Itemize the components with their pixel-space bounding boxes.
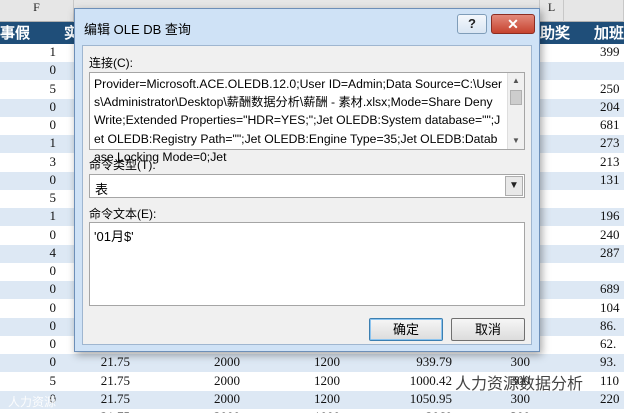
table-cell[interactable]: 21.75 bbox=[62, 409, 142, 413]
dialog-titlebar[interactable]: 编辑 OLE DB 查询 ? ✕ bbox=[75, 9, 539, 45]
connection-label: 连接(C): bbox=[89, 56, 133, 70]
edit-oledb-query-dialog: 编辑 OLE DB 查询 ? ✕ 连接(C): Provider=Microso… bbox=[74, 8, 540, 352]
table-cell[interactable]: 86. bbox=[596, 318, 624, 336]
table-cell[interactable]: 2000 bbox=[142, 373, 254, 391]
table-row: 21.75200010002060300 bbox=[0, 409, 624, 413]
command-text-label: 命令文本(E): bbox=[89, 207, 157, 221]
table-cell[interactable]: 1200 bbox=[254, 391, 354, 409]
command-text-value[interactable]: '01月$' bbox=[94, 226, 134, 245]
table-cell[interactable]: 0 bbox=[0, 300, 62, 318]
table-cell[interactable]: 4 bbox=[0, 245, 62, 263]
table-cell[interactable]: 300 bbox=[464, 409, 534, 413]
table-cell[interactable]: 2000 bbox=[142, 391, 254, 409]
table-cell[interactable]: 681 bbox=[596, 117, 624, 135]
table-cell[interactable]: 273 bbox=[596, 135, 624, 153]
connection-scrollbar[interactable]: ▲ ▼ bbox=[507, 73, 524, 149]
table-cell[interactable]: 2000 bbox=[142, 354, 254, 372]
command-text-input[interactable]: '01月$' bbox=[89, 222, 525, 306]
table-cell[interactable]: 1 bbox=[0, 208, 62, 226]
column-letter-f[interactable]: F bbox=[0, 0, 74, 22]
command-type-label: 命令类型(T): bbox=[89, 158, 156, 172]
table-cell[interactable]: 1000 bbox=[254, 409, 354, 413]
table-cell[interactable]: 5 bbox=[0, 190, 62, 208]
watermark-text: 人力资源数据分析 bbox=[455, 376, 584, 393]
table-cell[interactable]: 689 bbox=[596, 281, 624, 299]
table-cell[interactable] bbox=[596, 263, 624, 281]
header-cell-overtime[interactable]: 加班 bbox=[592, 22, 624, 44]
table-cell[interactable]: 939.79 bbox=[354, 354, 464, 372]
table-cell[interactable]: 250 bbox=[596, 81, 624, 99]
table-cell[interactable]: 0 bbox=[0, 172, 62, 190]
table-cell[interactable]: 0 bbox=[0, 117, 62, 135]
table-cell[interactable]: 0 bbox=[0, 263, 62, 281]
table-cell[interactable]: 62. bbox=[596, 336, 624, 354]
table-cell[interactable]: 5 bbox=[0, 81, 62, 99]
table-cell[interactable]: 93. bbox=[596, 354, 624, 372]
table-cell[interactable]: 131 bbox=[596, 172, 624, 190]
table-cell[interactable]: 2060 bbox=[354, 409, 464, 413]
table-cell[interactable]: 21.75 bbox=[62, 391, 142, 409]
table-cell[interactable]: 2000 bbox=[142, 409, 254, 413]
table-cell[interactable]: 21.75 bbox=[62, 354, 142, 372]
table-cell[interactable]: 220 bbox=[596, 391, 624, 409]
table-cell[interactable]: 196 bbox=[596, 208, 624, 226]
table-cell[interactable]: 110 bbox=[596, 373, 624, 391]
table-cell[interactable]: 1200 bbox=[254, 373, 354, 391]
scroll-thumb[interactable] bbox=[510, 90, 522, 105]
help-button[interactable]: ? bbox=[457, 14, 487, 34]
connection-string[interactable]: Provider=Microsoft.ACE.OLEDB.12.0;User I… bbox=[94, 75, 504, 166]
cancel-button[interactable]: 取消 bbox=[451, 318, 525, 341]
table-cell[interactable]: 287 bbox=[596, 245, 624, 263]
close-button[interactable]: ✕ bbox=[491, 14, 535, 34]
table-cell[interactable] bbox=[596, 190, 624, 208]
table-cell[interactable]: 1 bbox=[0, 44, 62, 62]
table-cell[interactable]: 1200 bbox=[254, 354, 354, 372]
table-cell[interactable]: 3 bbox=[0, 154, 62, 172]
table-cell[interactable]: 0 bbox=[0, 354, 62, 372]
table-cell[interactable]: 21.75 bbox=[62, 373, 142, 391]
table-cell[interactable]: 0 bbox=[0, 99, 62, 117]
table-cell[interactable]: 0 bbox=[0, 318, 62, 336]
table-cell[interactable]: 0 bbox=[0, 336, 62, 354]
connection-textbox[interactable]: Provider=Microsoft.ACE.OLEDB.12.0;User I… bbox=[89, 72, 525, 164]
chevron-down-icon[interactable]: ▼ bbox=[505, 176, 523, 196]
scroll-up-icon[interactable]: ▲ bbox=[508, 73, 524, 89]
table-cell[interactable] bbox=[596, 409, 624, 413]
table-cell[interactable]: 1 bbox=[0, 135, 62, 153]
scroll-down-icon[interactable]: ▼ bbox=[508, 133, 524, 149]
header-cell-leave[interactable]: 事假 bbox=[0, 22, 62, 44]
table-cell[interactable]: 204 bbox=[596, 99, 624, 117]
command-type-select[interactable]: 表 ▼ bbox=[89, 174, 525, 198]
table-cell[interactable]: 213 bbox=[596, 154, 624, 172]
column-letter-l[interactable]: L bbox=[540, 0, 564, 22]
watermark-logo-text: 人力资源 bbox=[8, 395, 57, 409]
command-type-value: 表 bbox=[95, 182, 109, 197]
table-cell[interactable]: 104 bbox=[596, 300, 624, 318]
table-cell[interactable]: 0 bbox=[0, 62, 62, 80]
table-cell[interactable]: 1050.95 bbox=[354, 391, 464, 409]
dialog-title: 编辑 OLE DB 查询 bbox=[84, 22, 191, 37]
table-cell[interactable]: 5 bbox=[0, 373, 62, 391]
dialog-body: 连接(C): Provider=Microsoft.ACE.OLEDB.12.0… bbox=[82, 45, 532, 345]
table-cell[interactable]: 0 bbox=[0, 281, 62, 299]
table-cell[interactable]: 240 bbox=[596, 227, 624, 245]
header-cell-bonus[interactable]: 助奖 bbox=[536, 22, 592, 44]
table-cell[interactable] bbox=[596, 62, 624, 80]
table-cell[interactable]: 399 bbox=[596, 44, 624, 62]
column-letter-m[interactable] bbox=[564, 0, 624, 22]
ok-button[interactable]: 确定 bbox=[369, 318, 443, 341]
table-cell[interactable]: 0 bbox=[0, 227, 62, 245]
table-cell[interactable]: 1000.42 bbox=[354, 373, 464, 391]
